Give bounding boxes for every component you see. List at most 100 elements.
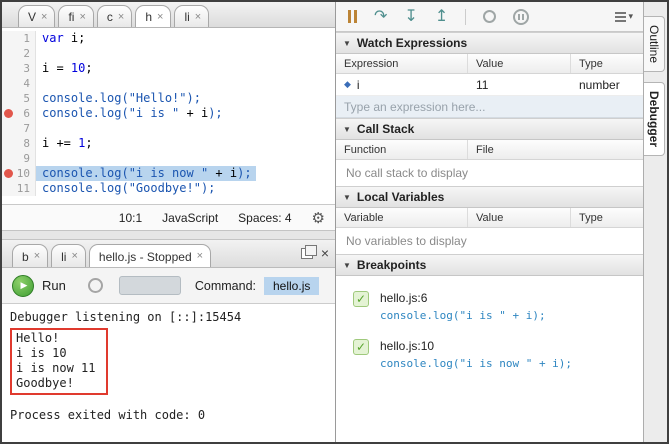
column-header[interactable]: Type bbox=[571, 54, 643, 73]
breakpoint-item[interactable]: ✓ hello.js:10 console.log("i is now " + i)… bbox=[336, 324, 643, 372]
line-gutter[interactable]: 3 bbox=[2, 61, 36, 76]
code-line-text[interactable]: i = 10; bbox=[36, 61, 97, 76]
local-variables-section-header[interactable]: ▼ Local Variables bbox=[336, 186, 643, 208]
code-token: "i is now " bbox=[129, 166, 208, 180]
line-gutter[interactable]: 1 bbox=[2, 31, 36, 46]
cursor-position[interactable]: 10:1 bbox=[119, 211, 142, 225]
code-editor[interactable]: 1var i;23i = 10;45console.log("Hello!");… bbox=[2, 28, 335, 204]
tab-close-icon[interactable]: × bbox=[34, 251, 40, 262]
code-line-text[interactable]: i += 1; bbox=[36, 136, 97, 151]
line-number: 3 bbox=[23, 61, 30, 76]
column-header[interactable]: File bbox=[468, 140, 643, 159]
code-line: 1 var i; bbox=[2, 31, 335, 46]
section-title: Breakpoints bbox=[357, 258, 426, 272]
column-header[interactable]: Type bbox=[571, 208, 643, 227]
tab-close-icon[interactable]: × bbox=[195, 12, 201, 23]
console-tab[interactable]: hello.js - Stopped× bbox=[89, 244, 211, 267]
local-variables-table-header: VariableValueType bbox=[336, 208, 643, 228]
code-line-text[interactable]: console.log("i is " + i); bbox=[36, 106, 227, 121]
horizontal-splitter[interactable] bbox=[2, 230, 335, 240]
line-number: 1 bbox=[23, 31, 30, 46]
column-header[interactable]: Expression bbox=[336, 54, 468, 73]
console-tab[interactable]: b× bbox=[12, 244, 48, 267]
code-token: ; bbox=[85, 61, 92, 75]
code-line-text[interactable]: console.log("Hello!"); bbox=[36, 91, 205, 106]
tab-debugger[interactable]: Debugger bbox=[644, 82, 665, 156]
watch-section-header[interactable]: ▼ Watch Expressions bbox=[336, 32, 643, 54]
line-gutter[interactable]: 4 bbox=[2, 76, 36, 91]
column-header[interactable]: Variable bbox=[336, 208, 468, 227]
breakpoint-code: console.log("i is now " + i); bbox=[380, 357, 572, 370]
settings-gear-icon[interactable]: ⚙ bbox=[312, 209, 325, 227]
code-line-text[interactable] bbox=[36, 121, 46, 136]
line-gutter[interactable]: 2 bbox=[2, 46, 36, 61]
code-line-text[interactable] bbox=[36, 76, 46, 91]
breakpoint-checkbox[interactable]: ✓ bbox=[353, 291, 369, 307]
tab-close-icon[interactable]: × bbox=[157, 12, 163, 23]
tab-close-icon[interactable]: × bbox=[41, 12, 47, 23]
code-line-text[interactable]: console.log("i is now " + i); bbox=[36, 166, 256, 181]
line-gutter[interactable]: 7 bbox=[2, 121, 36, 136]
column-header[interactable]: Value bbox=[468, 208, 571, 227]
close-panel-icon[interactable]: × bbox=[321, 246, 329, 260]
console-output[interactable]: Debugger listening on [::]:15454 Hello!i… bbox=[2, 304, 335, 442]
collapse-arrow-icon: ▼ bbox=[343, 193, 351, 202]
debugger-pane: ↷ ↧ ↥ ▾ ▼ Watch Expressions ExpressionVa… bbox=[336, 2, 643, 442]
breakpoint-checkbox[interactable]: ✓ bbox=[353, 339, 369, 355]
breakpoints-section-header[interactable]: ▼ Breakpoints bbox=[336, 254, 643, 276]
code-line-text[interactable] bbox=[36, 151, 46, 166]
indent-setting[interactable]: Spaces: 4 bbox=[238, 211, 291, 225]
tab-close-icon[interactable]: × bbox=[118, 12, 124, 23]
line-gutter[interactable]: 6 bbox=[2, 106, 36, 121]
line-number: 5 bbox=[23, 91, 30, 106]
line-gutter[interactable]: 10 bbox=[2, 166, 36, 181]
breakpoint-item[interactable]: ✓ hello.js:6console.log("i is " + i); bbox=[336, 276, 643, 324]
line-gutter[interactable]: 5 bbox=[2, 91, 36, 106]
panel-menu-icon[interactable]: ▾ bbox=[615, 11, 633, 22]
step-out-icon[interactable]: ↥ bbox=[435, 9, 448, 25]
editor-tab[interactable]: V× bbox=[18, 5, 55, 27]
run-label[interactable]: Run bbox=[42, 278, 66, 293]
watch-expression-row[interactable]: ◆ i 11 number bbox=[336, 74, 643, 96]
pause-icon[interactable] bbox=[348, 10, 357, 23]
command-input[interactable]: hello.js bbox=[264, 277, 319, 295]
step-over-icon[interactable]: ↷ bbox=[374, 9, 387, 25]
editor-tab[interactable]: fi× bbox=[58, 5, 93, 27]
watch-expression-input[interactable]: Type an expression here... bbox=[336, 96, 643, 118]
console-line: Debugger listening on [::]:15454 bbox=[10, 310, 327, 325]
editor-tab[interactable]: li× bbox=[174, 5, 209, 27]
continue-icon[interactable] bbox=[483, 10, 496, 23]
tab-close-icon[interactable]: × bbox=[197, 251, 203, 262]
breakpoint-dot[interactable] bbox=[4, 169, 13, 178]
editor-tab[interactable]: c× bbox=[97, 5, 132, 27]
tab-outline[interactable]: Outline bbox=[644, 16, 665, 72]
line-gutter[interactable]: 8 bbox=[2, 136, 36, 151]
editor-tab-label: c bbox=[107, 10, 113, 24]
column-header[interactable]: Value bbox=[468, 54, 571, 73]
code-token: i; bbox=[64, 31, 86, 45]
break-circle-icon[interactable] bbox=[513, 9, 529, 25]
code-line-text[interactable]: var i; bbox=[36, 31, 89, 46]
step-into-icon[interactable]: ↧ bbox=[404, 9, 417, 25]
breakpoint-dot[interactable] bbox=[4, 109, 13, 118]
call-stack-section-header[interactable]: ▼ Call Stack bbox=[336, 118, 643, 140]
code-line-text[interactable] bbox=[36, 46, 46, 61]
breakpoint-location: hello.js:10 bbox=[380, 339, 572, 353]
code-line: 10console.log("i is now " + i); bbox=[2, 166, 335, 181]
code-line-text[interactable]: console.log("Goodbye!"); bbox=[36, 181, 219, 196]
run-button[interactable]: ▶ bbox=[12, 275, 34, 297]
console-tab-label: b bbox=[22, 250, 29, 264]
breakpoint-info: hello.js:6console.log("i is " + i); bbox=[380, 291, 546, 322]
language-mode[interactable]: JavaScript bbox=[162, 211, 218, 225]
console-tab[interactable]: li× bbox=[51, 244, 86, 267]
tab-close-icon[interactable]: × bbox=[71, 251, 77, 262]
editor-tab[interactable]: h× bbox=[135, 5, 171, 27]
tab-close-icon[interactable]: × bbox=[79, 12, 85, 23]
line-gutter[interactable]: 9 bbox=[2, 151, 36, 166]
line-gutter[interactable]: 11 bbox=[2, 181, 36, 196]
detach-panel-icon[interactable] bbox=[301, 248, 313, 259]
code-token: var bbox=[42, 31, 64, 45]
restart-icon[interactable] bbox=[88, 278, 103, 293]
column-header[interactable]: Function bbox=[336, 140, 468, 159]
watch-expression-name: i bbox=[357, 78, 360, 92]
